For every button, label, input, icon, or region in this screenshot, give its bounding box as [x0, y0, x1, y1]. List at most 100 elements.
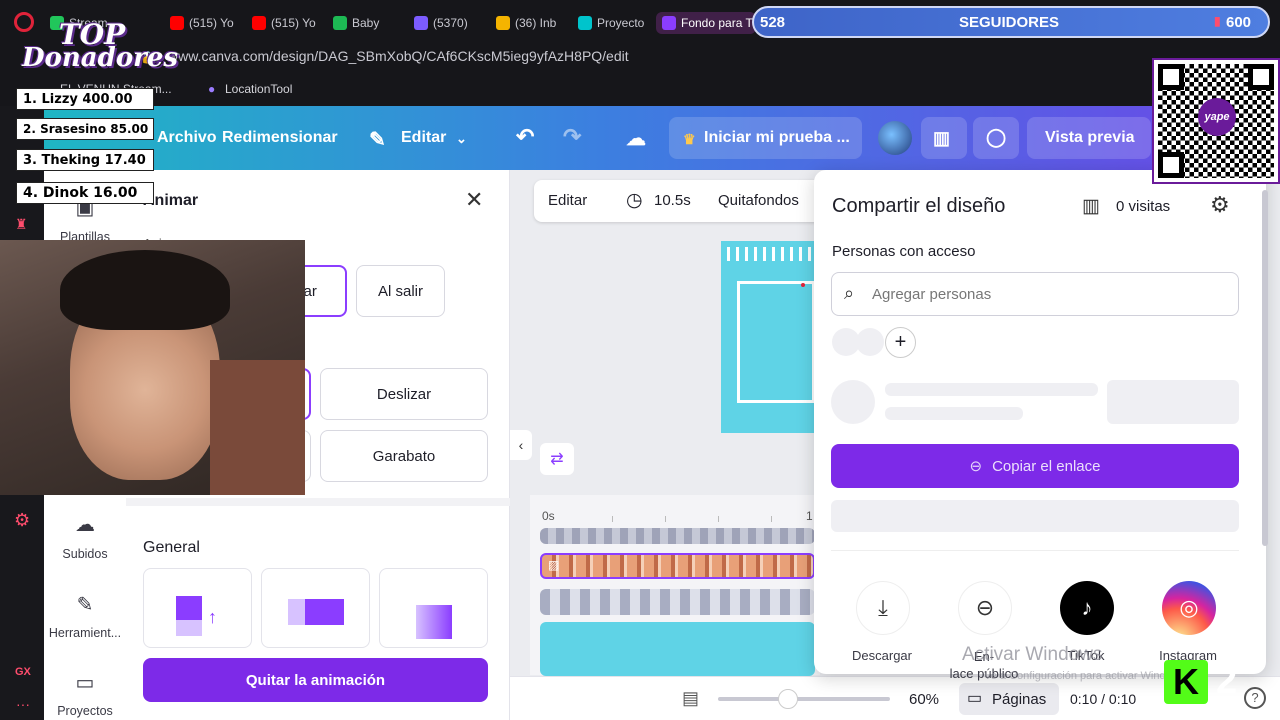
page-scrollbar[interactable]: [1262, 190, 1268, 546]
tab-label: (515) Yo: [189, 16, 234, 30]
qr-finder: [1158, 64, 1184, 90]
webcam-feed: [0, 240, 305, 495]
download-icon[interactable]: ⤓: [856, 581, 910, 635]
duration-label[interactable]: 10.5s: [654, 192, 691, 209]
tab-favicon-icon: [252, 16, 266, 30]
timeline-ruler: [560, 516, 815, 522]
remove-animation-button[interactable]: Quitar la animación: [143, 658, 488, 702]
skeleton-select: [1107, 380, 1239, 424]
general-heading: General: [143, 539, 200, 556]
tab-label: Proyecto: [597, 16, 645, 30]
top-donors-title: TOP Donadores: [22, 20, 178, 71]
search-icon: ⌕: [844, 283, 855, 303]
gx-icon[interactable]: GX: [15, 666, 31, 678]
effect-garabato[interactable]: Garabato: [320, 430, 488, 482]
flag-icon: ▮: [1214, 14, 1221, 28]
action-download[interactable]: Descargar: [832, 648, 932, 663]
skeleton-line: [885, 407, 1023, 420]
rail-subidos[interactable]: Subidos: [44, 547, 126, 561]
instagram-icon[interactable]: ◎: [1162, 581, 1216, 635]
browser-tab[interactable]: (515) Yo: [252, 12, 324, 34]
tab-favicon-icon: [170, 16, 184, 30]
kick-logo-icon: K: [1164, 660, 1208, 704]
zigzag-border: [721, 247, 821, 261]
crown-icon: ♛: [683, 131, 696, 147]
zoom-slider-handle[interactable]: [778, 689, 798, 709]
visits-count[interactable]: 0 visitas: [1116, 198, 1170, 215]
cloud-saved-icon[interactable]: ☁: [626, 126, 646, 151]
tab-on-exit[interactable]: Al salir: [356, 265, 445, 317]
bg-remover-button[interactable]: Quitafondos: [718, 192, 799, 209]
windows-watermark: Activar Windows: [962, 644, 1103, 665]
help-icon[interactable]: ?: [1244, 687, 1266, 709]
magic-switch-icon[interactable]: ⇄: [540, 443, 574, 475]
pages-label: Páginas: [992, 691, 1047, 708]
redo-icon[interactable]: ↷: [563, 124, 581, 150]
gear-icon[interactable]: ⚙: [1210, 192, 1230, 218]
draw-pen-icon[interactable]: ✎: [44, 592, 126, 617]
menu-archivo[interactable]: Archivo: [157, 129, 217, 147]
avatar[interactable]: [878, 121, 912, 155]
bookmark-locationtool[interactable]: LocationTool: [225, 82, 292, 96]
avatar-placeholder: [856, 328, 884, 356]
add-person-icon[interactable]: +: [885, 327, 916, 358]
track-image-selected[interactable]: ▨: [540, 553, 815, 579]
close-icon[interactable]: ✕: [465, 187, 483, 213]
preview-label: Vista previa: [1045, 129, 1135, 146]
general-option-rise[interactable]: ↑: [143, 568, 252, 648]
tab-label: Baby: [352, 16, 380, 30]
frame-element[interactable]: [737, 281, 815, 403]
followers-goal: 600: [1226, 14, 1252, 31]
more-icon[interactable]: ···: [16, 696, 30, 712]
zoom-value[interactable]: 60%: [909, 691, 939, 708]
notes-icon[interactable]: ▤: [682, 688, 699, 709]
track-background[interactable]: [540, 622, 815, 676]
clock-icon[interactable]: ◷: [626, 189, 643, 212]
browser-tab[interactable]: (515) Yo: [170, 12, 242, 34]
settings-icon[interactable]: ⚙: [14, 510, 30, 531]
streamer-hair: [60, 250, 230, 330]
share-title: Compartir el diseño: [832, 195, 1006, 217]
rail-proyectos[interactable]: Proyectos: [44, 704, 126, 718]
qr-finder: [1158, 152, 1184, 178]
bar-chart-icon[interactable]: ▥: [1082, 195, 1100, 218]
browser-tab[interactable]: Fondo para T: [656, 12, 756, 34]
url-field[interactable]: www.canva.com/design/DAG_SBmXobQ/CAf6CKs…: [168, 48, 629, 64]
browser-tab[interactable]: Proyecto: [578, 12, 646, 34]
general-option-fade[interactable]: [379, 568, 488, 648]
undo-icon[interactable]: ↶: [516, 124, 534, 150]
browser-tab[interactable]: (36) Inb: [496, 12, 568, 34]
zoom-slider[interactable]: [718, 697, 890, 701]
upload-cloud-icon[interactable]: ☁: [44, 512, 126, 537]
arrow-up-icon: ↑: [208, 607, 217, 627]
chevron-down-icon[interactable]: ⌄: [456, 131, 467, 147]
track-pattern[interactable]: [540, 589, 815, 615]
menu-redimensionar[interactable]: Redimensionar: [222, 129, 338, 147]
general-option-pan[interactable]: [261, 568, 370, 648]
followers-count: 528: [760, 14, 786, 31]
divider: [126, 498, 510, 506]
collapse-panel-button[interactable]: ‹: [510, 430, 532, 460]
track-border[interactable]: [540, 528, 815, 544]
ctx-edit-button[interactable]: Editar: [548, 192, 587, 209]
effect-deslizar[interactable]: Deslizar: [320, 368, 488, 420]
fade-preview-icon: [416, 605, 452, 639]
tab-favicon-icon: [578, 16, 592, 30]
gift-icon[interactable]: ♜: [15, 216, 28, 233]
folder-icon[interactable]: ▭: [44, 670, 126, 695]
yape-qr-code: yape: [1152, 58, 1280, 184]
skeleton-line: [885, 383, 1098, 396]
design-page[interactable]: [721, 241, 821, 433]
tiktok-icon[interactable]: ♪: [1060, 581, 1114, 635]
rail-herramientas[interactable]: Herramient...: [44, 626, 126, 640]
browser-tab[interactable]: (5370): [414, 12, 486, 34]
tab-favicon-icon: [414, 16, 428, 30]
link-icon[interactable]: ⊖: [958, 581, 1012, 635]
menu-editar[interactable]: Editar: [401, 129, 446, 147]
browser-tab[interactable]: Baby: [333, 12, 405, 34]
background-shelf: [210, 360, 305, 495]
add-people-placeholder: Agregar personas: [872, 286, 992, 303]
qr-finder: [1248, 64, 1274, 90]
tab-favicon-icon: [496, 16, 510, 30]
copy-link-button[interactable]: ⊖ Copiar el enlace: [831, 444, 1239, 488]
